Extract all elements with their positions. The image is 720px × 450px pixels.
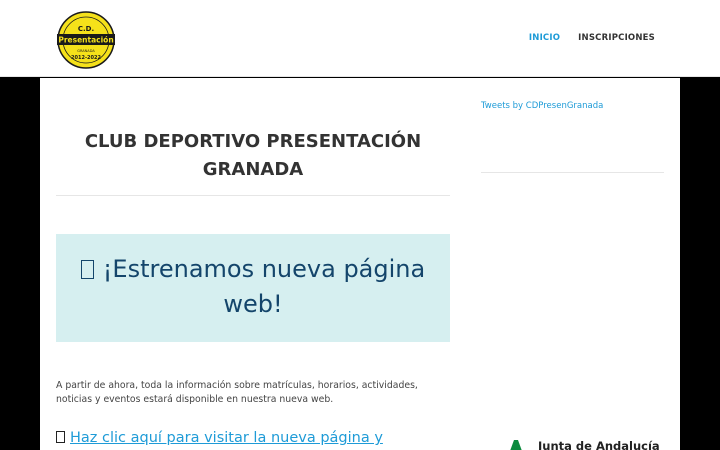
new-website-notice: ¡Estrenamos nueva página web!: [56, 234, 450, 342]
page-title: CLUB DEPORTIVO PRESENTACIÓN GRANADA: [84, 131, 422, 180]
twitter-timeline-link[interactable]: Tweets by CDPresenGranada: [481, 101, 603, 111]
main-nav: INICIO INSCRIPCIONES: [529, 33, 655, 43]
content-area: CLUB DEPORTIVO PRESENTACIÓN GRANADA ¡Est…: [40, 78, 680, 450]
logo-line3: GRANADA: [77, 49, 95, 53]
logo-line2: Presentación: [58, 36, 113, 45]
nav-inicio[interactable]: INICIO: [529, 33, 560, 43]
new-site-link-line: Haz clic aquí para visitar la nueva pági…: [56, 428, 450, 448]
pointing-hand-icon: [56, 431, 65, 443]
megaphone-icon: [80, 260, 94, 279]
junta-andalucia-logo[interactable]: Junta de Andalucía: [506, 439, 660, 450]
sidebar-divider: [481, 172, 664, 173]
info-paragraph: A partir de ahora, toda la información s…: [56, 380, 418, 405]
site-header: C.D. Presentación GRANADA 2012-2022 INIC…: [0, 0, 720, 77]
junta-name: Junta de Andalucía: [538, 439, 660, 450]
nav-inscripciones[interactable]: INSCRIPCIONES: [578, 33, 655, 43]
title-divider: [56, 195, 450, 196]
logo-line1: C.D.: [78, 25, 94, 33]
notice-text: ¡Estrenamos nueva página web!: [102, 255, 426, 318]
junta-andalucia-emblem: [510, 440, 522, 450]
new-site-link[interactable]: Haz clic aquí para visitar la nueva pági…: [70, 430, 383, 446]
logo-line4: 2012-2022: [71, 55, 101, 61]
club-logo[interactable]: C.D. Presentación GRANADA 2012-2022: [56, 11, 116, 69]
